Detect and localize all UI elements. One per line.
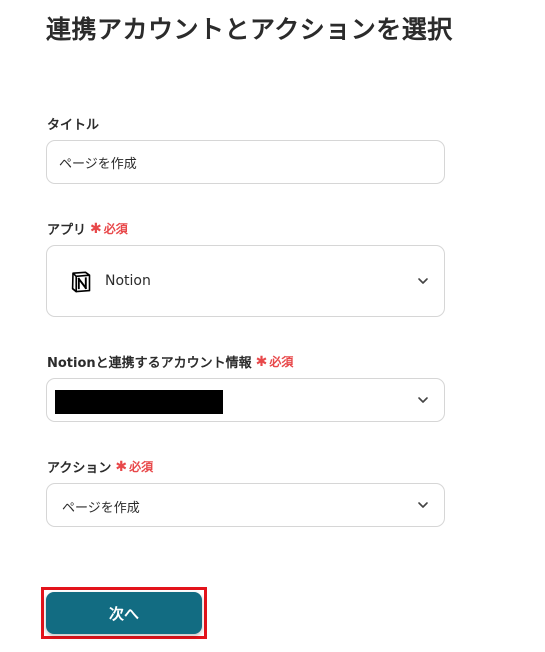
action-value: ページを作成 [62, 501, 140, 516]
required-badge: ✱ 必須 [255, 353, 294, 370]
title-input[interactable] [47, 141, 444, 183]
account-field-label: Notionと連携するアカウント情報 ✱ 必須 [47, 353, 294, 372]
chevron-down-icon[interactable] [416, 274, 430, 288]
app-field-label: アプリ ✱ 必須 [47, 220, 128, 239]
required-badge: ✱ 必須 [90, 220, 128, 237]
app-name: Notion [105, 273, 151, 289]
page-title: 連携アカウントとアクションを選択 [46, 15, 453, 44]
account-select[interactable] [46, 378, 445, 422]
required-badge: ✱ 必須 [115, 458, 154, 475]
title-field[interactable] [46, 140, 445, 184]
chevron-down-icon[interactable] [416, 393, 430, 407]
chevron-down-icon[interactable] [416, 498, 430, 512]
next-button[interactable]: 次へ [46, 592, 202, 634]
action-select[interactable]: ページを作成 [46, 483, 445, 527]
notion-logo-icon [71, 271, 91, 293]
action-field-label: アクション ✱ 必須 [47, 458, 154, 477]
title-field-label: タイトル [47, 118, 100, 133]
redacted-account-value [55, 390, 223, 414]
app-select[interactable]: Notion [46, 245, 445, 317]
